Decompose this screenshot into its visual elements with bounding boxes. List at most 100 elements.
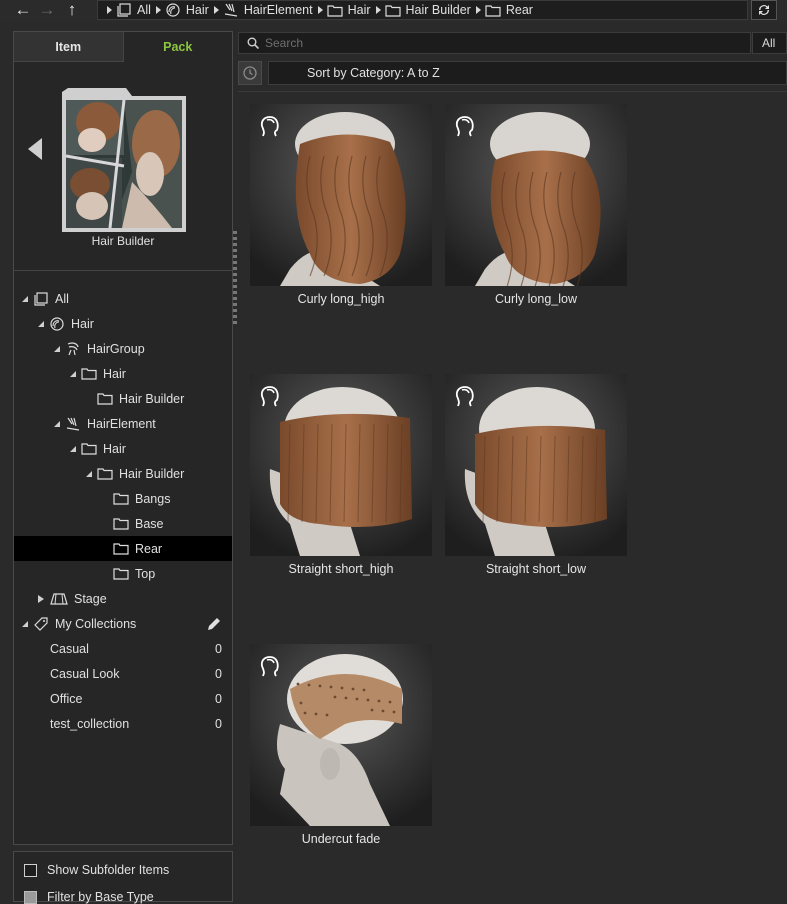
breadcrumb-item[interactable]: Hair Builder	[371, 3, 471, 17]
tree-item[interactable]: Hair	[14, 436, 232, 461]
collection-count: 0	[215, 716, 222, 731]
edit-pencil-icon[interactable]	[206, 616, 222, 632]
collection-count: 0	[215, 666, 222, 681]
collection-item[interactable]: Casual 0	[14, 636, 232, 661]
tree-item[interactable]: Hair	[14, 361, 232, 386]
history-button[interactable]	[238, 61, 262, 85]
tree-item-label: Hair	[103, 441, 126, 456]
tree-item[interactable]: Rear	[14, 536, 232, 561]
collection-item[interactable]: test_collection 0	[14, 711, 232, 736]
my-collections-header[interactable]: My Collections	[14, 611, 232, 636]
tree-item[interactable]: Top	[14, 561, 232, 586]
item-thumbnail[interactable]	[250, 104, 432, 286]
collection-item[interactable]: Office 0	[14, 686, 232, 711]
item-thumbnail[interactable]	[445, 374, 627, 556]
item-thumbnail[interactable]	[250, 644, 432, 826]
content-grid: Curly long_high Curly long_low Straight sh…	[238, 91, 787, 902]
expand-closed-icon[interactable]	[38, 594, 44, 603]
hair-icon	[49, 316, 65, 332]
previous-pack-arrow-icon[interactable]	[28, 138, 42, 160]
tree-item-label: Base	[135, 516, 164, 531]
collection-item[interactable]: Casual Look 0	[14, 661, 232, 686]
tree-item[interactable]: Stage	[14, 586, 232, 611]
tree-item[interactable]: All	[14, 286, 232, 311]
breadcrumb-item[interactable]: HairElement	[209, 2, 313, 18]
options-panel: Show Subfolder Items Filter by Base Type	[13, 851, 233, 904]
left-panel: Item Pack Hair Builder All Hair HairGroup H…	[13, 31, 233, 845]
clock-icon	[243, 66, 257, 80]
folder-icon	[481, 4, 506, 17]
expand-open-icon[interactable]	[54, 345, 60, 352]
tree-item-label: Hair Builder	[119, 466, 185, 481]
tree-item-label: Bangs	[135, 491, 171, 506]
search-input[interactable]	[265, 36, 705, 50]
expand-open-icon[interactable]	[54, 420, 60, 427]
tree-item[interactable]: HairElement	[14, 411, 232, 436]
folder-icon	[97, 392, 113, 405]
folder-icon	[97, 467, 113, 480]
expand-open-icon[interactable]	[38, 320, 44, 327]
content-item[interactable]: Curly long_low	[445, 104, 627, 306]
folder-icon	[113, 492, 129, 505]
refresh-icon	[759, 5, 769, 15]
collection-icon	[112, 3, 137, 17]
tab-pack[interactable]: Pack	[123, 32, 232, 62]
item-thumbnail[interactable]	[445, 104, 627, 286]
expand-open-icon[interactable]	[70, 370, 76, 377]
hairelement-icon	[65, 416, 81, 432]
breadcrumb-label: Rear	[505, 3, 533, 17]
content-item[interactable]: Undercut fade	[250, 644, 432, 846]
item-name: Undercut fade	[301, 832, 381, 846]
tree-item[interactable]: Bangs	[14, 486, 232, 511]
back-arrow-icon[interactable]: ←	[12, 0, 34, 20]
expand-open-icon[interactable]	[86, 470, 92, 477]
sort-row: Sort by Category: A to Z	[238, 61, 787, 85]
show-subfolder-checkbox[interactable]	[24, 863, 37, 877]
hair-icon	[161, 2, 186, 18]
tree-item[interactable]: Hair Builder	[14, 461, 232, 486]
breadcrumb-item[interactable]: Rear	[471, 3, 533, 17]
pack-thumbnail[interactable]	[62, 82, 186, 232]
expand-open-icon[interactable]	[22, 620, 28, 627]
collection-name: test_collection	[50, 716, 130, 731]
breadcrumb-label: HairElement	[243, 3, 313, 17]
breadcrumb-label: All	[137, 3, 151, 17]
refresh-button[interactable]	[751, 0, 777, 20]
search-filter-dropdown[interactable]: All	[752, 32, 787, 54]
show-subfolder-label: Show Subfolder Items	[47, 863, 170, 877]
folder-icon	[81, 367, 97, 380]
panel-tabs: Item Pack	[14, 32, 232, 62]
folder-icon	[113, 567, 129, 580]
tree-item[interactable]: HairGroup	[14, 336, 232, 361]
hair-type-icon	[258, 382, 286, 413]
content-item[interactable]: Straight short_high	[250, 374, 432, 576]
breadcrumb-label: Hair Builder	[405, 3, 471, 17]
panel-resize-handle[interactable]	[233, 231, 237, 327]
collection-name: Casual	[50, 641, 89, 656]
tree-item-label: Stage	[74, 591, 107, 606]
search-bar	[238, 32, 751, 54]
tree-item[interactable]: Hair Builder	[14, 386, 232, 411]
forward-arrow-icon[interactable]: →	[36, 0, 58, 20]
item-name: Straight short_high	[288, 562, 394, 576]
expand-open-icon[interactable]	[70, 445, 76, 452]
content-item[interactable]: Curly long_high	[250, 104, 432, 306]
breadcrumb-label: Hair	[347, 3, 371, 17]
tab-item[interactable]: Item	[14, 32, 124, 62]
up-arrow-icon[interactable]: ↑	[61, 0, 83, 20]
sort-dropdown[interactable]: Sort by Category: A to Z	[268, 61, 787, 85]
item-thumbnail[interactable]	[250, 374, 432, 556]
show-subfolder-option: Show Subfolder Items	[24, 863, 169, 877]
tree-item[interactable]: Hair	[14, 311, 232, 336]
tree-item-label: Hair	[103, 366, 126, 381]
tree-item[interactable]: Base	[14, 511, 232, 536]
collection-tag-icon	[33, 616, 49, 632]
breadcrumb-item[interactable]: All	[102, 3, 151, 17]
divider	[14, 270, 232, 271]
search-icon	[247, 37, 259, 49]
expand-open-icon[interactable]	[22, 295, 28, 302]
content-item[interactable]: Straight short_low	[445, 374, 627, 576]
breadcrumb-item[interactable]: Hair	[313, 3, 371, 17]
breadcrumb-item[interactable]: Hair	[151, 2, 209, 18]
top-toolbar: ← → ↑ All Hair HairElement Hair Hair Builder…	[0, 0, 787, 22]
